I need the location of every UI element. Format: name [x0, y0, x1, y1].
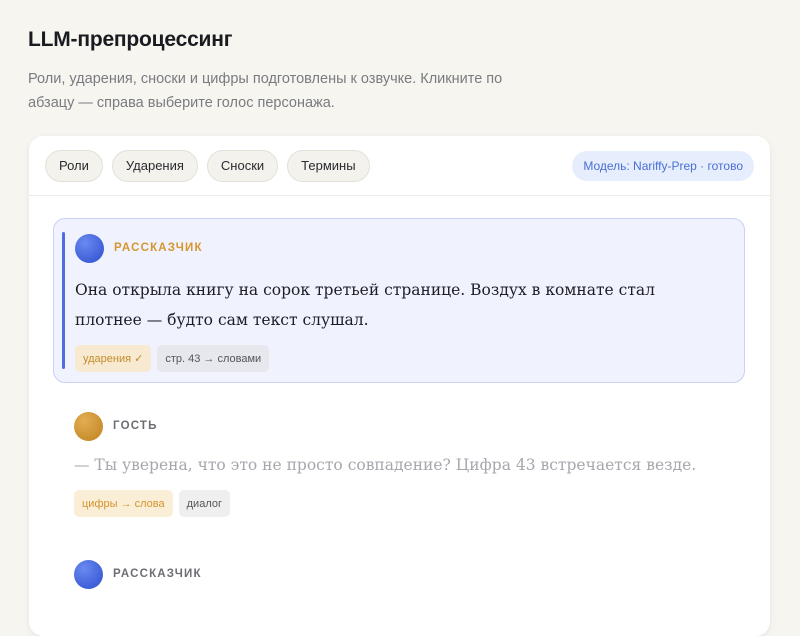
chip-footnotes[interactable]: Сноски	[206, 149, 279, 182]
tag-page-number: стр. 43 → словами	[157, 345, 270, 372]
avatar	[74, 411, 103, 441]
page-title: LLM-препроцессинг	[28, 28, 233, 51]
paragraph-block-active[interactable]: РАССКАЗЧИК Она открыла книгу на сорок тр…	[53, 218, 745, 383]
tag-list: цифры → слова диалог	[74, 490, 725, 517]
speaker-label: ГОСТЬ	[113, 420, 158, 432]
tag-list: ударения ✓ стр. 43 → словами	[75, 345, 724, 372]
paragraph-block[interactable]: ГОСТЬ — Ты уверена, что это не просто со…	[53, 397, 745, 537]
selection-bar	[62, 232, 65, 369]
avatar	[74, 559, 103, 589]
paragraph-text: Она открыла книгу на сорок третьей стран…	[75, 281, 655, 329]
tag-dialogue: диалог	[178, 490, 230, 517]
avatar	[75, 233, 104, 263]
speaker-row: ГОСТЬ	[74, 411, 725, 441]
speaker-row: РАССКАЗЧИК	[75, 233, 724, 263]
tag-numbers: цифры → слова	[74, 490, 173, 517]
status-badge: Модель: Nariffy-Prep · готово	[572, 150, 754, 181]
paragraph-block[interactable]: РАССКАЗЧИК	[53, 545, 745, 625]
speaker-label: РАССКАЗЧИК	[114, 242, 203, 254]
tag-stress: ударения ✓	[75, 345, 152, 372]
toolbar: Роли Ударения Сноски Термины Модель: Nar…	[29, 136, 770, 196]
page-subtitle: Роли, ударения, сноски и цифры подготовл…	[28, 71, 503, 111]
paragraph-text: — Ты уверена, что это не просто совпаден…	[74, 456, 697, 474]
editor-card: Роли Ударения Сноски Термины Модель: Nar…	[29, 136, 770, 636]
chip-stress[interactable]: Ударения	[111, 149, 198, 182]
speaker-label: РАССКАЗЧИК	[113, 568, 202, 580]
speaker-row: РАССКАЗЧИК	[74, 559, 725, 589]
chip-roles[interactable]: Роли	[45, 149, 103, 182]
chip-terms[interactable]: Термины	[287, 149, 370, 182]
